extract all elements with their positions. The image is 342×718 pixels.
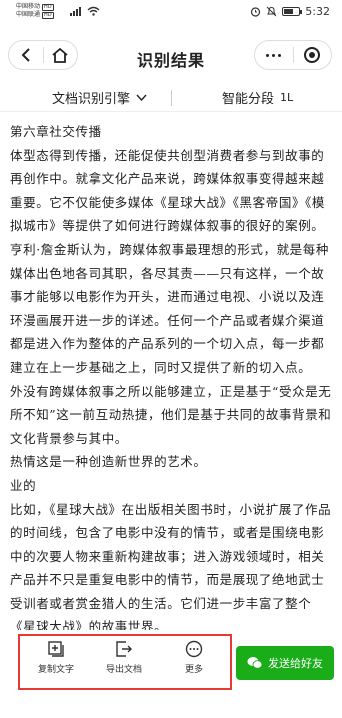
- wechat-icon: [247, 657, 263, 669]
- cell-signal-icon: [70, 6, 81, 16]
- segment-label: 智能分段: [222, 92, 275, 107]
- nav-bar: 识别结果: [0, 34, 342, 78]
- send-to-friend-button[interactable]: 发送给好友: [236, 646, 334, 680]
- text-paragraph: 业的: [10, 477, 37, 493]
- more-label: 更多: [184, 665, 203, 675]
- more-button[interactable]: 更多: [164, 640, 224, 675]
- send-to-friend-label: 发送给好友: [268, 657, 323, 670]
- export-icon: [116, 641, 132, 657]
- alarm-icon: [251, 7, 261, 17]
- more-dots-icon: [266, 53, 282, 57]
- text-paragraph: 外没有跨媒体叙事之所以能够建立，正是基于“受众是无所不知”这一前互动热捷，他们是…: [10, 383, 332, 446]
- text-paragraph: 热情这是一种创造新世界的艺术。: [10, 454, 207, 470]
- recognized-text-area[interactable]: 第六章社交传播 体型态得到传播，还能促使共创型消费者参与到故事的再创作中。就拿文…: [10, 120, 332, 630]
- hd-badge: HD: [42, 3, 54, 11]
- engine-selector[interactable]: 文档识别引擎: [52, 88, 147, 107]
- battery-icon: [282, 7, 303, 16]
- hd-badge-2: HD: [42, 11, 54, 19]
- more-circle-icon: [185, 640, 203, 658]
- smart-segment-toggle[interactable]: 智能分段 1L: [222, 88, 293, 107]
- clock-time: 5:32: [305, 5, 330, 18]
- export-document-label: 导出文档: [105, 665, 142, 675]
- options-toolbar: 文档识别引擎 智能分段 1L: [0, 82, 342, 112]
- text-paragraph: 体型态得到传播，还能促使共创型消费者参与到故事的再创作中。就拿文化产品来说，跨媒…: [10, 147, 329, 375]
- target-icon: [304, 47, 321, 63]
- status-right: 5:32: [250, 5, 330, 18]
- signal-icons: [70, 6, 100, 16]
- mini-program-capsule: [254, 40, 332, 70]
- mute-icon: [266, 6, 277, 17]
- wifi-icon: [87, 6, 100, 16]
- text-paragraph: 第六章社交传播: [10, 124, 102, 139]
- copy-icon: [48, 641, 64, 657]
- carrier-2-label: 中国联通: [16, 11, 41, 18]
- carrier-1-label: 中国移动: [16, 3, 41, 10]
- carrier-info: 中国移动 HD 中国联通 HD: [16, 3, 54, 19]
- copy-text-button[interactable]: 复制文字: [26, 640, 86, 675]
- status-bar: 中国移动 HD 中国联通 HD 5:32: [0, 0, 342, 24]
- bottom-action-bar: 复制文字 导出文档 更多 发送给好友: [0, 630, 342, 718]
- toolbar-divider: [171, 90, 172, 106]
- text-paragraph: 比如，《星球大战》在出版相关图书时，小说扩展了作品的时间线，包含了电影中没有的情…: [10, 501, 332, 631]
- engine-label: 文档识别引擎: [52, 92, 131, 107]
- more-menu-button[interactable]: [255, 41, 293, 69]
- export-document-button[interactable]: 导出文档: [94, 640, 154, 675]
- segment-icon: 1L: [280, 91, 294, 104]
- chevron-down-icon: [136, 94, 147, 101]
- close-program-button[interactable]: [293, 41, 331, 69]
- copy-text-label: 复制文字: [37, 665, 74, 675]
